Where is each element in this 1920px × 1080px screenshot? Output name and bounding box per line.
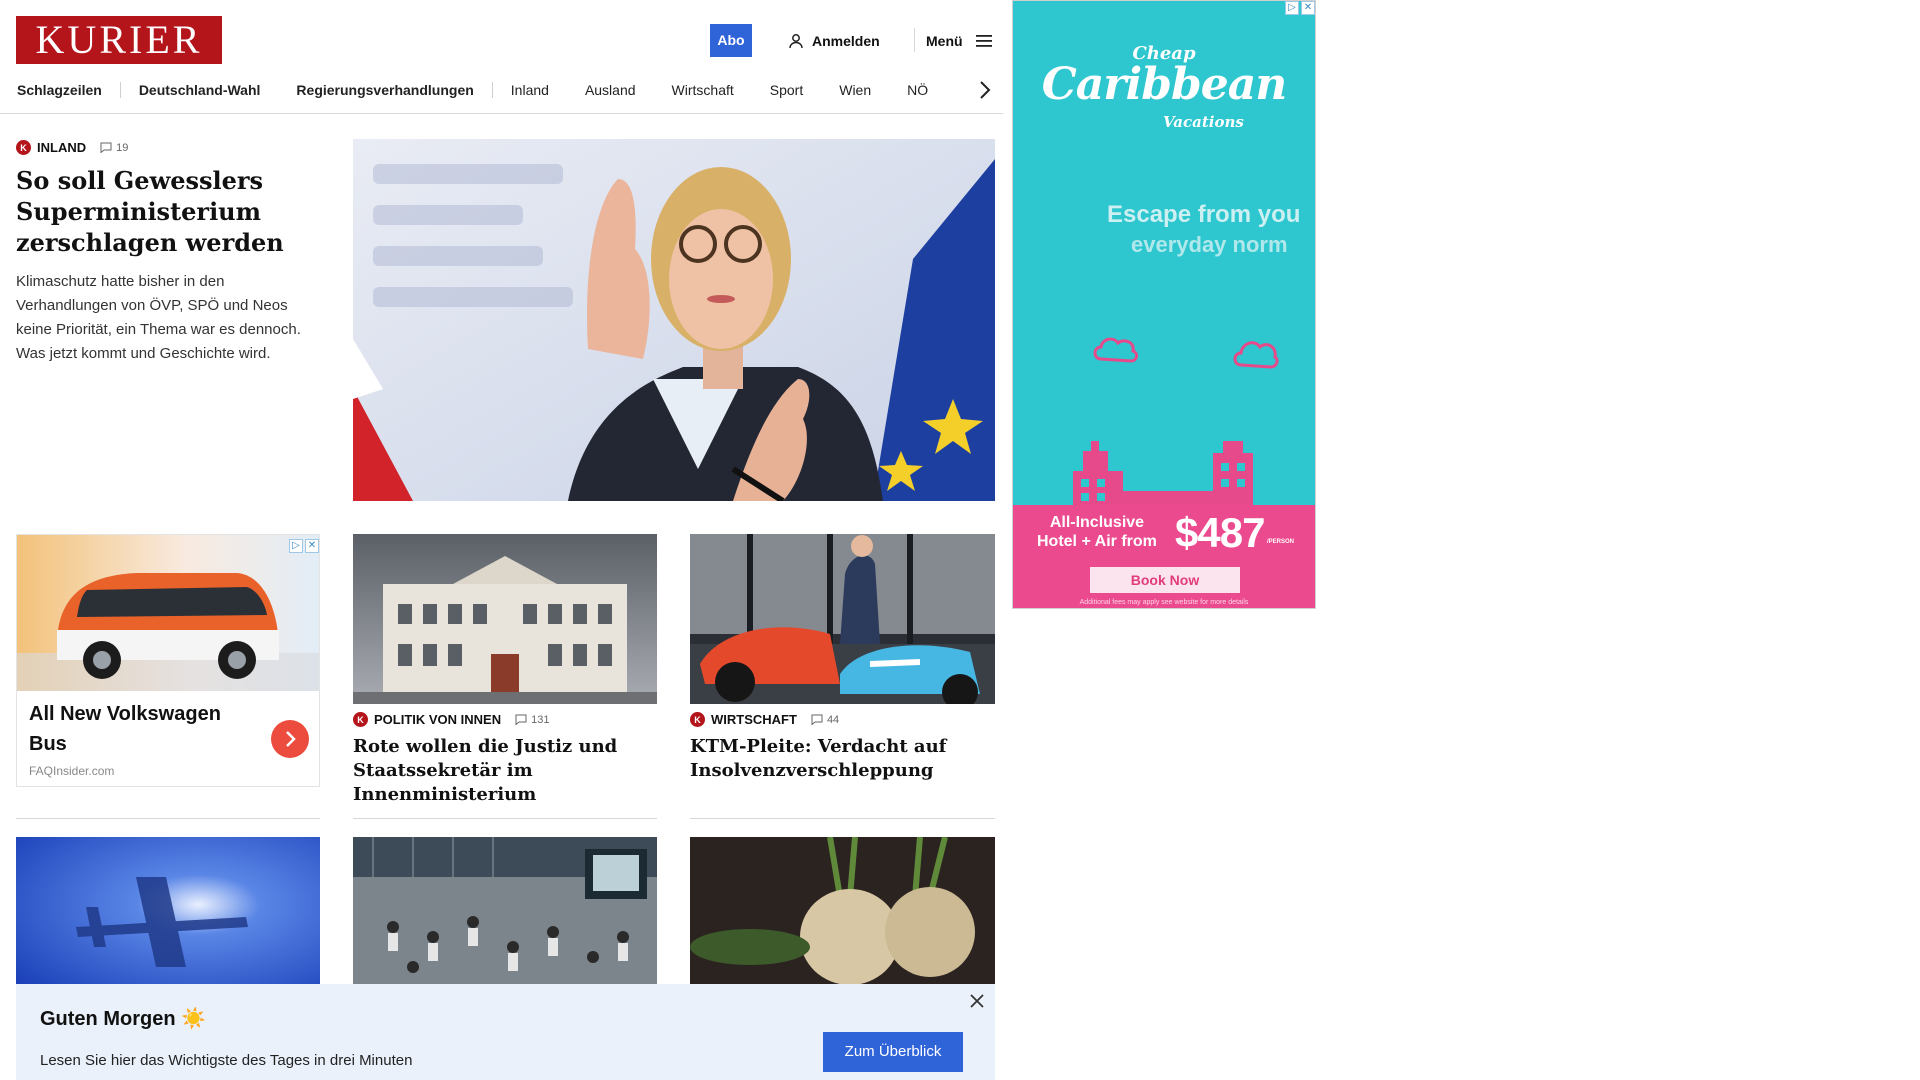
comment-icon bbox=[100, 142, 112, 153]
story-headline[interactable]: Rote wollen die Justiz und Staatssekretä… bbox=[353, 735, 657, 807]
nav-item-regierungsverhandlungen[interactable]: Regierungsverhandlungen bbox=[296, 82, 473, 98]
ad-logo-caribbean: Caribbean bbox=[1041, 59, 1287, 110]
kurier-k-icon: K bbox=[690, 712, 705, 727]
comment-icon bbox=[515, 714, 527, 725]
story-category[interactable]: POLITIK VON INNEN bbox=[374, 712, 501, 727]
story-kicker: K POLITIK VON INNEN 131 bbox=[353, 712, 657, 727]
story-kicker: K WIRTSCHAFT 44 bbox=[690, 712, 994, 727]
story-photo-ktm[interactable] bbox=[690, 534, 995, 704]
nav-item-inland[interactable]: Inland bbox=[511, 82, 549, 98]
comment-count-value: 19 bbox=[116, 141, 129, 154]
lead-teaser: Klimaschutz hatte bisher in den Verhandl… bbox=[16, 273, 301, 362]
ad-choices[interactable]: ▷ ✕ bbox=[289, 539, 319, 553]
ad-price: $487 bbox=[1175, 509, 1265, 556]
ad-book-now-button[interactable]: Book Now bbox=[1090, 567, 1240, 593]
menu-label: Menü bbox=[926, 33, 963, 49]
row-divider bbox=[16, 818, 320, 819]
ad-close-icon[interactable]: ✕ bbox=[1301, 1, 1315, 15]
hamburger-icon bbox=[975, 35, 992, 47]
story-card[interactable]: K WIRTSCHAFT 44 KTM-Pleite: Verdacht auf… bbox=[690, 712, 994, 783]
section-nav: Schlagzeilen Deutschland-Wahl Regierungs… bbox=[17, 80, 928, 100]
celery-graphic bbox=[690, 837, 995, 987]
morning-briefing-banner: Guten Morgen ☀️ Lesen Sie hier das Wicht… bbox=[16, 984, 995, 1080]
nav-item-wirtschaft[interactable]: Wirtschaft bbox=[672, 82, 734, 98]
ad-choices[interactable]: ▷ ✕ bbox=[1285, 1, 1315, 15]
ad-title[interactable]: All New Volkswagen Bus bbox=[29, 699, 229, 759]
ad-offer-line2: Hotel + Air from bbox=[1037, 533, 1157, 550]
lead-photo-graphic bbox=[353, 139, 995, 501]
login-button[interactable]: Anmelden bbox=[788, 30, 880, 52]
chevron-right-icon bbox=[286, 731, 296, 747]
nav-divider bbox=[491, 82, 493, 98]
lead-kicker: K INLAND 19 bbox=[16, 140, 316, 155]
ad-source: FAQInsider.com bbox=[29, 764, 115, 778]
sponsored-ad-tile[interactable]: ▷ ✕ All New Volkswagen Bus FAQInsider.co… bbox=[16, 534, 320, 787]
zum-ueberblick-button[interactable]: Zum Überblick bbox=[823, 1032, 963, 1072]
comment-count[interactable]: 44 bbox=[811, 714, 839, 726]
lead-story[interactable]: K INLAND 19 So soll Gewesslers Supermini… bbox=[16, 140, 316, 366]
ad-per-person: /PERSON bbox=[1267, 539, 1295, 545]
nav-item-schlagzeilen[interactable]: Schlagzeilen bbox=[17, 82, 102, 98]
story-category[interactable]: WIRTSCHAFT bbox=[711, 712, 797, 727]
user-icon bbox=[789, 34, 803, 49]
ad-escape-line1: Escape from you bbox=[1107, 201, 1301, 228]
palace-graphic bbox=[353, 534, 657, 704]
cloud-icon bbox=[1233, 341, 1279, 369]
header-divider bbox=[914, 28, 915, 52]
chevron-right-icon[interactable] bbox=[975, 78, 995, 102]
close-icon[interactable] bbox=[968, 992, 986, 1010]
skyline-graphic bbox=[1073, 441, 1253, 507]
row-divider bbox=[690, 818, 995, 819]
story-photo-celery[interactable] bbox=[690, 837, 995, 987]
ad-cta-button[interactable] bbox=[271, 720, 309, 758]
ad-close-icon[interactable]: ✕ bbox=[305, 539, 319, 553]
banner-title: Guten Morgen ☀️ bbox=[40, 1008, 207, 1030]
ad-escape-line2: everyday norm bbox=[1131, 232, 1288, 257]
kurier-k-icon: K bbox=[353, 712, 368, 727]
story-headline[interactable]: KTM-Pleite: Verdacht auf Insolvenzversch… bbox=[690, 735, 994, 783]
site-header: KURIER Abo Anmelden Menü Schlagzeilen De… bbox=[0, 0, 1003, 114]
kurier-k-icon: K bbox=[16, 140, 31, 155]
banner-text: Lesen Sie hier das Wichtigste des Tages … bbox=[40, 1052, 413, 1069]
ad-offer-line1: All-Inclusive bbox=[1049, 514, 1145, 531]
nav-item-noe[interactable]: NÖ bbox=[907, 82, 928, 98]
ad-info-icon[interactable]: ▷ bbox=[1285, 1, 1299, 15]
abo-button[interactable]: Abo bbox=[710, 24, 752, 57]
login-label: Anmelden bbox=[812, 33, 880, 49]
ktm-graphic bbox=[690, 534, 995, 704]
nav-item-ausland[interactable]: Ausland bbox=[585, 82, 636, 98]
ad-logo-vacations: Vacations bbox=[1163, 113, 1244, 131]
caribbean-vacations-ad[interactable]: ▷ ✕ Cheap Caribbean Vacations Escape fro… bbox=[1012, 0, 1316, 609]
nav-item-deutschland-wahl[interactable]: Deutschland-Wahl bbox=[139, 82, 261, 98]
story-photo-airport[interactable] bbox=[353, 837, 657, 987]
cloud-icon bbox=[1093, 337, 1139, 363]
story-photo-plane[interactable] bbox=[16, 837, 320, 987]
comment-count-value: 44 bbox=[826, 713, 840, 726]
nav-item-wien[interactable]: Wien bbox=[839, 82, 871, 98]
lead-photo[interactable] bbox=[353, 139, 995, 501]
row-divider bbox=[353, 818, 657, 819]
story-photo-palace[interactable] bbox=[353, 534, 657, 704]
menu-button[interactable]: Menü bbox=[926, 30, 993, 52]
nav-item-sport[interactable]: Sport bbox=[770, 82, 803, 98]
ad-fine-print: Additional fees may apply see website fo… bbox=[1079, 599, 1249, 606]
ad-offer-text: All-Inclusive Hotel + Air from bbox=[1037, 513, 1157, 551]
comment-icon bbox=[811, 714, 823, 725]
plane-graphic bbox=[16, 837, 320, 987]
airport-graphic bbox=[353, 837, 657, 987]
nav-divider bbox=[119, 82, 121, 98]
comment-count[interactable]: 131 bbox=[515, 714, 549, 726]
ad-car-image bbox=[17, 535, 319, 691]
comment-count-value: 131 bbox=[531, 713, 550, 726]
lead-headline[interactable]: So soll Gewesslers Superministerium zers… bbox=[16, 165, 316, 258]
ad-info-icon[interactable]: ▷ bbox=[289, 539, 303, 553]
story-card[interactable]: K POLITIK VON INNEN 131 Rote wollen die … bbox=[353, 712, 657, 807]
lead-category[interactable]: INLAND bbox=[37, 140, 86, 155]
kurier-logo[interactable]: KURIER bbox=[16, 16, 222, 64]
comment-count[interactable]: 19 bbox=[100, 142, 128, 154]
